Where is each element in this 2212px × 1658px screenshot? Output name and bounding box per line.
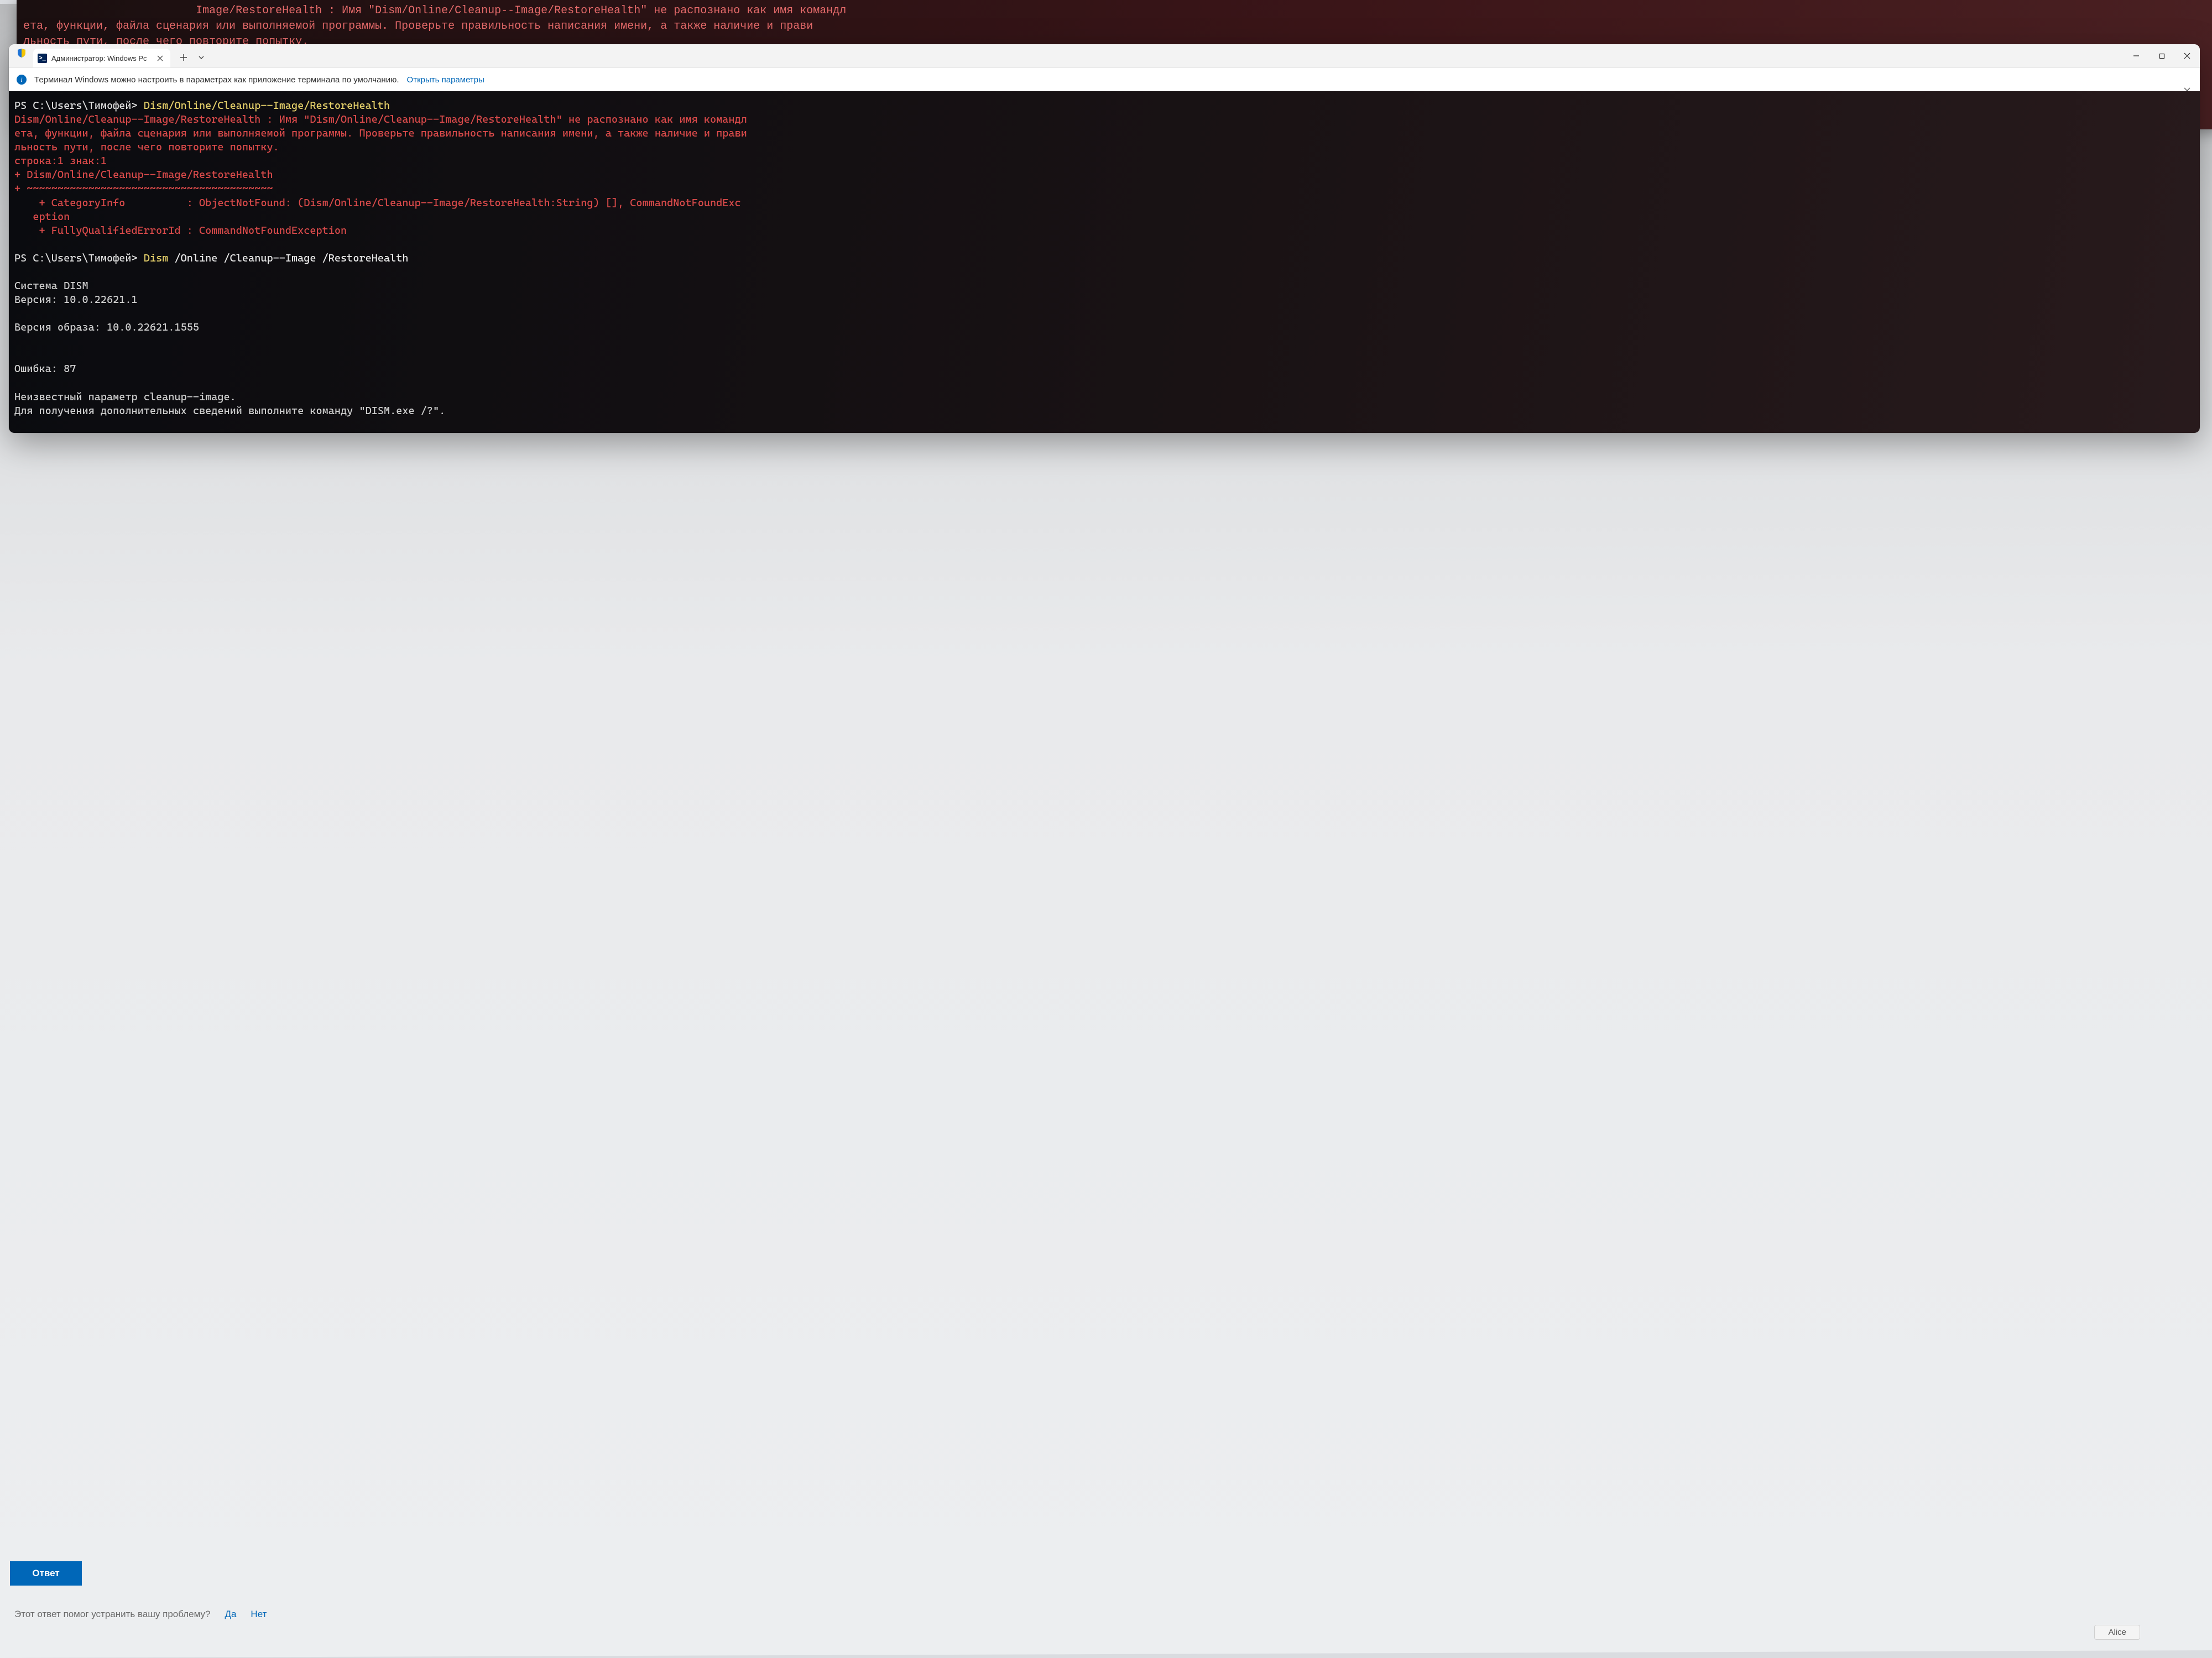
feedback-no-link[interactable]: Нет <box>251 1609 267 1620</box>
alice-badge[interactable]: Alice <box>2094 1625 2140 1640</box>
close-icon <box>2184 53 2190 59</box>
titlebar[interactable]: >_ Администратор: Windows Pc <box>9 44 2200 67</box>
command-1: Dism/Online/Cleanup--Image/RestoreHealth <box>144 100 390 112</box>
tab-close-button[interactable] <box>155 53 165 63</box>
feedback-yes-label: Да <box>225 1609 236 1619</box>
info-bar: i Терминал Windows можно настроить в пар… <box>9 67 2200 91</box>
maximize-button[interactable] <box>2149 44 2174 67</box>
answer-button-label: Ответ <box>32 1568 59 1579</box>
plus-icon <box>180 54 187 61</box>
dism-output: Система DISM Версия: 10.0.22621.1 Версия… <box>14 280 445 433</box>
command-2b: /Online /Cleanup--Image /RestoreHealth <box>174 252 408 264</box>
close-icon <box>157 55 163 61</box>
uac-shield-icon <box>17 48 27 58</box>
feedback-no-label: Нет <box>251 1609 267 1619</box>
feedback-row: Этот ответ помог устранить вашу проблему… <box>14 1609 267 1620</box>
open-settings-link[interactable]: Открыть параметры <box>407 75 484 85</box>
minimize-icon <box>2133 53 2140 59</box>
maximize-icon <box>2159 53 2165 59</box>
error-output: Dism/Online/Cleanup--Image/RestoreHealth… <box>14 113 747 237</box>
tab-dropdown-button[interactable] <box>194 49 209 66</box>
terminal-body[interactable]: PS C:\Users\Тимофей> Dism/Online/Cleanup… <box>9 91 2200 433</box>
command-2a: Dism <box>144 252 175 264</box>
info-icon: i <box>17 75 27 85</box>
alice-label: Alice <box>2108 1628 2126 1637</box>
chevron-down-icon <box>198 54 205 61</box>
new-tab-button[interactable] <box>175 49 192 66</box>
feedback-yes-link[interactable]: Да <box>225 1609 236 1620</box>
open-settings-label: Открыть параметры <box>407 75 484 85</box>
powershell-icon: >_ <box>38 54 47 63</box>
prompt-1: PS C:\Users\Тимофей> <box>14 100 144 112</box>
prompt-2: PS C:\Users\Тимофей> <box>14 252 144 264</box>
answer-button[interactable]: Ответ <box>10 1561 82 1586</box>
info-bar-text: Терминал Windows можно настроить в парам… <box>34 75 399 85</box>
minimize-button[interactable] <box>2124 44 2149 67</box>
terminal-window: >_ Администратор: Windows Pc i Терминал … <box>9 44 2200 433</box>
tab-title: Администратор: Windows Pc <box>51 54 150 62</box>
tab-active[interactable]: >_ Администратор: Windows Pc <box>33 49 170 67</box>
window-close-button[interactable] <box>2174 44 2200 67</box>
feedback-question: Этот ответ помог устранить вашу проблему… <box>14 1609 210 1620</box>
